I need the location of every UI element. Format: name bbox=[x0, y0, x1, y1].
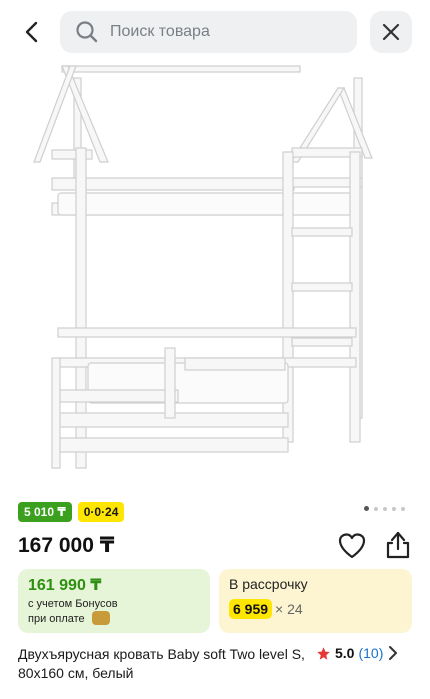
heart-icon bbox=[338, 533, 366, 559]
bonus-coin-icon bbox=[91, 611, 110, 626]
rating-link[interactable]: 5.0 (10) bbox=[316, 645, 399, 661]
bonus-note-line1: с учетом Бонусов bbox=[28, 598, 118, 610]
close-icon bbox=[382, 23, 400, 41]
badge-row: 5 010 ₸ 0·0·24 bbox=[18, 502, 125, 522]
product-price: 167 000 ₸ bbox=[18, 534, 115, 557]
product-image[interactable] bbox=[0, 58, 430, 498]
installment-card[interactable]: В рассрочку 6 959 × 24 bbox=[219, 569, 412, 633]
review-count: (10) bbox=[358, 645, 384, 661]
gallery-dot[interactable] bbox=[383, 506, 387, 511]
bonus-badge: 5 010 ₸ bbox=[18, 502, 72, 522]
search-input[interactable] bbox=[110, 23, 330, 41]
share-button[interactable] bbox=[384, 530, 412, 560]
product-title: Двухъярусная кровать Baby soft Two level… bbox=[18, 646, 305, 681]
installment-badge: 0·0·24 bbox=[77, 502, 125, 522]
bonus-price: 161 990 ₸ bbox=[28, 577, 102, 594]
back-button[interactable] bbox=[14, 14, 50, 50]
gallery-dot[interactable] bbox=[392, 506, 396, 511]
top-bar bbox=[0, 0, 430, 64]
close-button[interactable] bbox=[370, 11, 412, 53]
favorite-button[interactable] bbox=[337, 532, 367, 560]
rating-score: 5.0 bbox=[335, 645, 355, 661]
installment-title: В рассрочку bbox=[229, 576, 308, 592]
bonus-note: с учетом Бонусов при оплате bbox=[28, 597, 118, 627]
share-icon bbox=[386, 531, 410, 559]
gallery-dot[interactable] bbox=[364, 506, 369, 511]
bonus-price-card[interactable]: 161 990 ₸ с учетом Бонусов при оплате bbox=[18, 569, 210, 633]
installment-months: × 24 bbox=[275, 601, 303, 617]
bonus-note-line2: при оплате bbox=[28, 613, 85, 625]
gallery-pagination bbox=[364, 506, 405, 511]
installment-amount: 6 959 bbox=[229, 599, 273, 619]
search-bar[interactable] bbox=[60, 11, 357, 53]
chevron-left-icon bbox=[25, 21, 38, 43]
star-icon bbox=[317, 646, 330, 660]
search-icon bbox=[76, 21, 98, 43]
gallery-dot[interactable] bbox=[374, 506, 378, 511]
chevron-right-icon bbox=[389, 646, 398, 660]
installment-row: 6 959 × 24 bbox=[229, 599, 303, 619]
gallery-dot[interactable] bbox=[401, 506, 405, 511]
